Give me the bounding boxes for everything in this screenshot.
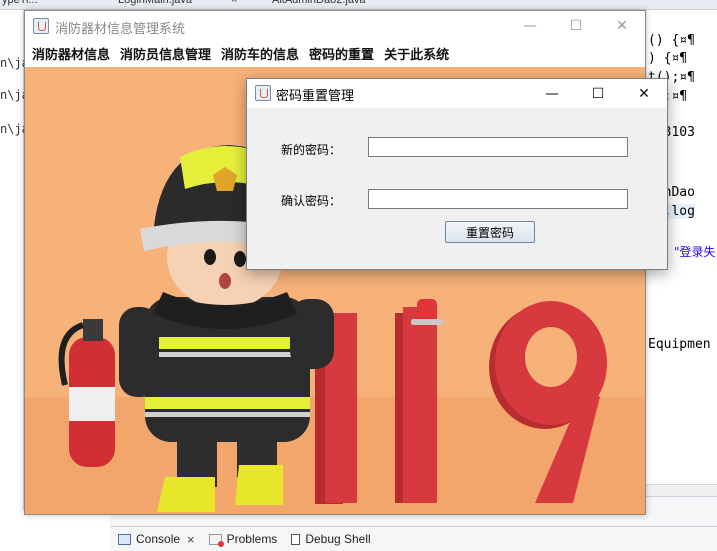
ide-tab[interactable]: LoginMain.java — [118, 0, 192, 9]
code-string-literal: "登录失 — [674, 245, 716, 259]
code-line: ) {¤¶ — [648, 51, 688, 66]
tab-console-label: Console — [136, 532, 181, 546]
java-app-icon — [33, 18, 49, 34]
minimize-button[interactable]: — — [507, 11, 553, 41]
debug-shell-icon — [291, 533, 301, 545]
menu-bar: 消防器材信息 消防员信息管理 消防车的信息 密码的重置 关于此系统 — [25, 41, 645, 65]
menu-about[interactable]: 关于此系统 — [381, 44, 456, 63]
ide-bottom-tabbar: Console × Problems Debug Shell — [110, 526, 717, 551]
console-icon — [118, 533, 131, 545]
dialog-minimize-button[interactable]: — — [529, 79, 575, 108]
main-window-title: 消防器材信息管理系统 — [55, 22, 186, 37]
tab-console[interactable]: Console × — [118, 532, 195, 547]
code-line: Equipmen — [648, 337, 711, 352]
ide-tab-close-icon[interactable]: × — [231, 0, 237, 9]
code-line: () {¤¶ — [648, 33, 695, 48]
editor-horizontal-scrollbar[interactable] — [646, 484, 717, 496]
new-password-label: 新的密码： — [281, 143, 342, 157]
ide-tab[interactable]: AltAdminDao2.java — [272, 0, 366, 9]
menu-fire-truck-info[interactable]: 消防车的信息 — [218, 44, 306, 63]
close-icon[interactable]: × — [187, 532, 195, 547]
tab-problems[interactable]: Problems — [208, 532, 278, 547]
close-button[interactable]: ✕ — [599, 11, 645, 41]
confirm-password-field[interactable] — [368, 189, 628, 209]
menu-password-reset[interactable]: 密码的重置 — [306, 44, 381, 63]
ide-tab[interactable]: ypeTi... — [2, 0, 38, 9]
main-window-titlebar[interactable]: 消防器材信息管理系统 — ☐ ✕ — [25, 11, 645, 41]
tab-problems-label: Problems — [226, 532, 278, 546]
confirm-password-label: 确认密码： — [281, 194, 342, 208]
menu-equipment-info[interactable]: 消防器材信息 — [29, 44, 117, 63]
ide-editor-tabbar: ypeTi... LoginMain.java × AltAdminDao2.j… — [0, 0, 717, 10]
menu-firefighter-management[interactable]: 消防员信息管理 — [117, 44, 218, 63]
reset-password-button[interactable]: 重置密码 — [445, 221, 535, 243]
dialog-maximize-button[interactable]: ☐ — [575, 79, 621, 108]
java-app-icon — [255, 85, 271, 101]
tab-debug-shell-label: Debug Shell — [305, 532, 371, 546]
tab-debug-shell[interactable]: Debug Shell — [291, 532, 371, 546]
password-reset-dialog: 密码重置管理 — ☐ ✕ 新的密码： 确认密码： 重置密码 — [246, 78, 668, 270]
problems-icon — [208, 533, 224, 547]
dialog-close-button[interactable]: ✕ — [621, 79, 667, 108]
new-password-field[interactable] — [368, 137, 628, 157]
maximize-button[interactable]: ☐ — [553, 11, 599, 41]
ide-package-explorer — [0, 10, 24, 510]
dialog-titlebar[interactable]: 密码重置管理 — ☐ ✕ — [247, 79, 667, 108]
dialog-title: 密码重置管理 — [276, 89, 355, 104]
